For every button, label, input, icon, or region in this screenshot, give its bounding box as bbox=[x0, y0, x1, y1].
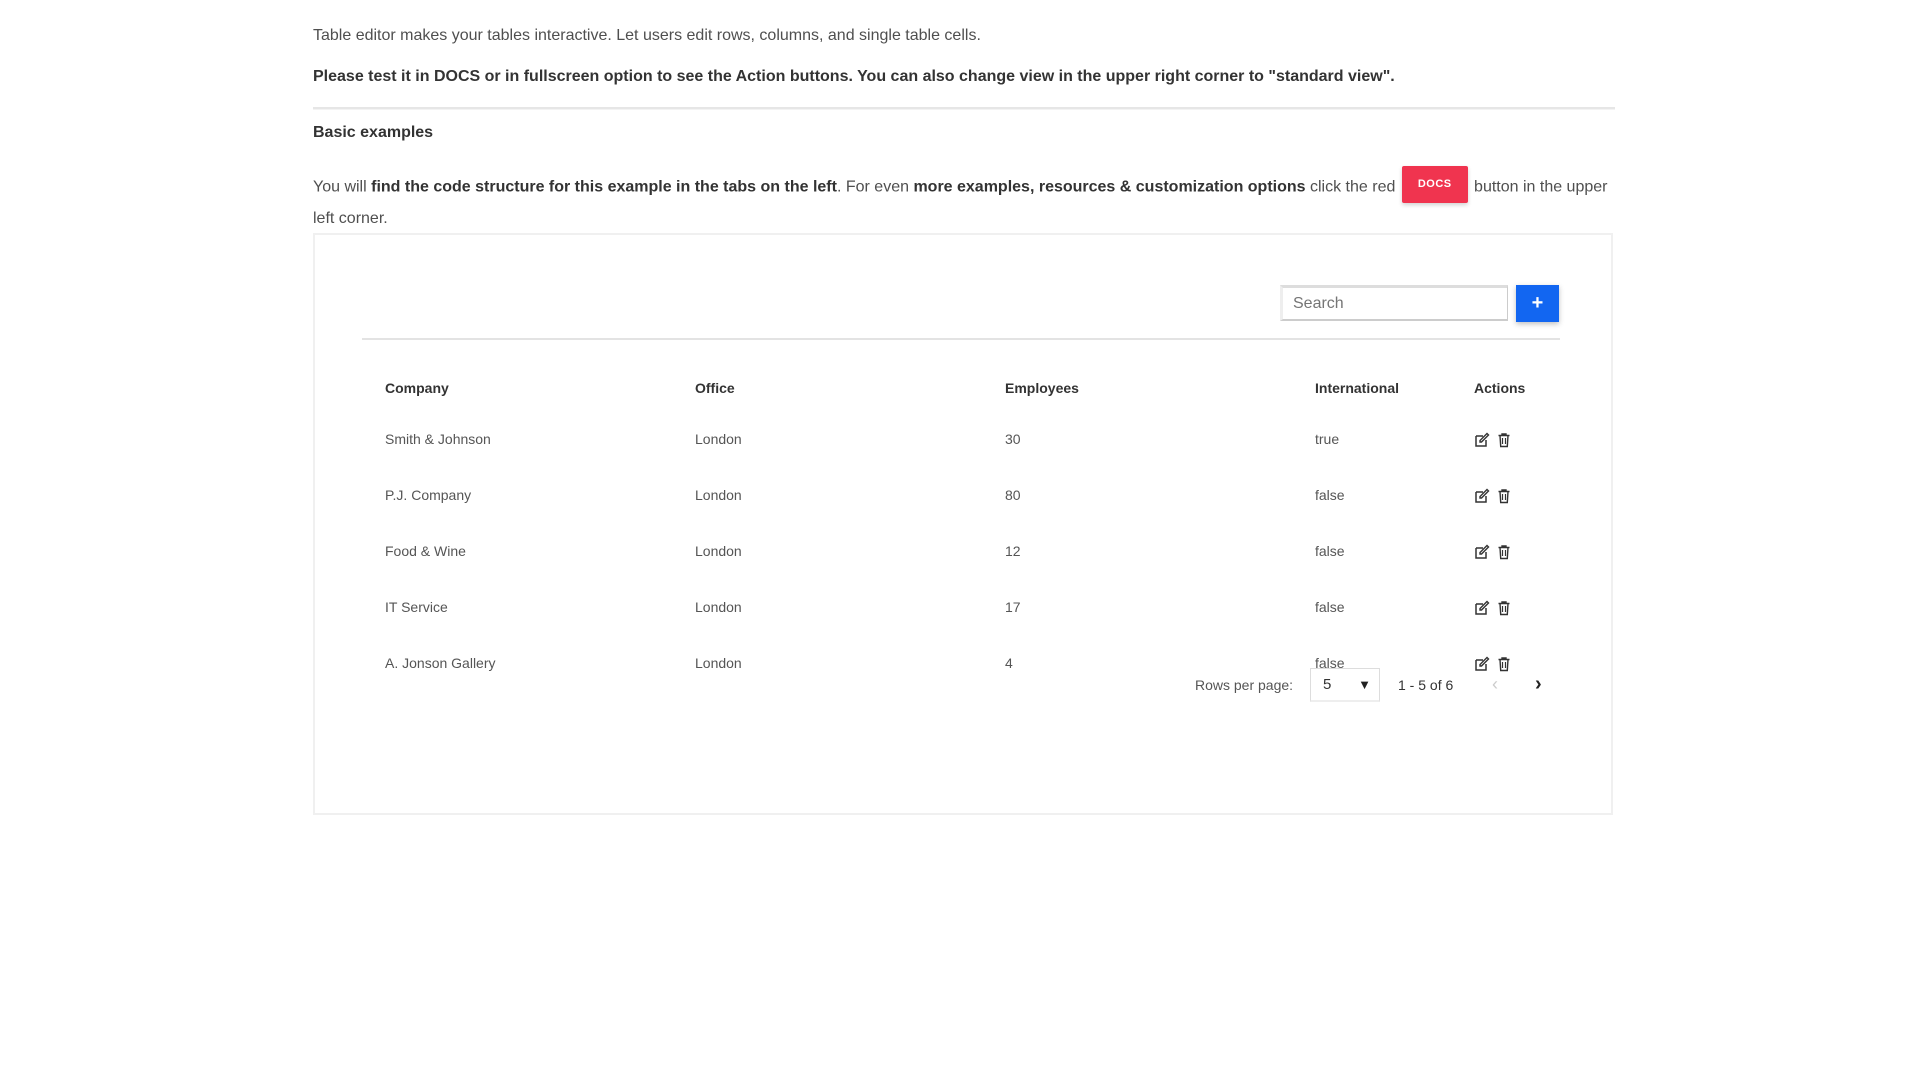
cell-employees[interactable]: 80 bbox=[982, 467, 1292, 523]
cell-office[interactable]: London bbox=[672, 523, 982, 579]
cell-office[interactable]: London bbox=[672, 579, 982, 635]
trash-icon[interactable] bbox=[1496, 488, 1512, 504]
trash-icon[interactable] bbox=[1496, 544, 1512, 560]
cell-company[interactable]: Smith & Johnson bbox=[362, 411, 672, 467]
section-divider bbox=[313, 107, 1615, 110]
cell-international[interactable]: true bbox=[1292, 411, 1451, 467]
column-header-international[interactable]: International bbox=[1292, 365, 1451, 411]
table-row[interactable]: P.J. Company London 80 false bbox=[362, 467, 1560, 523]
desc-part: . For even bbox=[836, 178, 914, 196]
cell-office[interactable]: London bbox=[672, 467, 982, 523]
desc-bold: more examples, resources & customization… bbox=[913, 178, 1306, 196]
cell-company[interactable]: P.J. Company bbox=[362, 467, 672, 523]
rows-per-page-label: Rows per page: bbox=[1195, 677, 1294, 693]
next-page-button[interactable]: › bbox=[1535, 673, 1542, 696]
cell-company[interactable]: IT Service bbox=[362, 579, 672, 635]
cell-international[interactable]: false bbox=[1292, 523, 1451, 579]
cell-actions bbox=[1451, 523, 1560, 579]
cell-international[interactable]: false bbox=[1292, 579, 1451, 635]
column-header-office[interactable]: Office bbox=[672, 365, 982, 411]
trash-icon[interactable] bbox=[1496, 600, 1512, 616]
pagination: Rows per page: 5 ▼ 1 - 5 of 6 ‹ › bbox=[315, 668, 1615, 704]
table-row[interactable]: IT Service London 17 false bbox=[362, 579, 1560, 635]
intro-text: Table editor makes your tables interacti… bbox=[313, 27, 981, 44]
cell-employees[interactable]: 30 bbox=[982, 411, 1292, 467]
cell-international[interactable]: false bbox=[1292, 467, 1451, 523]
intro-note: Please test it in DOCS or in fullscreen … bbox=[313, 68, 1395, 85]
toolbar-divider bbox=[362, 338, 1560, 340]
edit-icon[interactable] bbox=[1474, 600, 1490, 616]
page-range: 1 - 5 of 6 bbox=[1398, 677, 1454, 693]
desc-bold: find the code structure for this example… bbox=[371, 178, 837, 196]
rows-per-page-select[interactable]: 5 ▼ bbox=[1310, 668, 1380, 702]
add-row-button[interactable]: + bbox=[1516, 285, 1559, 322]
rows-per-page-value: 5 bbox=[1323, 676, 1332, 693]
table-editor-card: + Company Office Employees International… bbox=[313, 233, 1613, 815]
edit-icon[interactable] bbox=[1474, 544, 1490, 560]
table-row[interactable]: Food & Wine London 12 false bbox=[362, 523, 1560, 579]
docs-badge[interactable]: DOCS bbox=[1401, 166, 1468, 203]
edit-icon[interactable] bbox=[1474, 432, 1490, 448]
cell-office[interactable]: London bbox=[672, 411, 982, 467]
cell-actions bbox=[1451, 411, 1560, 467]
column-header-employees[interactable]: Employees bbox=[982, 365, 1292, 411]
cell-actions bbox=[1451, 467, 1560, 523]
cell-employees[interactable]: 17 bbox=[982, 579, 1292, 635]
column-header-company[interactable]: Company bbox=[362, 365, 672, 411]
cell-employees[interactable]: 12 bbox=[982, 523, 1292, 579]
data-table: Company Office Employees International A… bbox=[362, 365, 1560, 691]
trash-icon[interactable] bbox=[1496, 432, 1512, 448]
caret-down-icon: ▼ bbox=[1358, 677, 1371, 692]
cell-company[interactable]: Food & Wine bbox=[362, 523, 672, 579]
table-row[interactable]: Smith & Johnson London 30 true bbox=[362, 411, 1560, 467]
search-input[interactable] bbox=[1280, 285, 1508, 321]
section-description: You will find the code structure for thi… bbox=[313, 166, 1613, 231]
desc-part: click the red bbox=[1305, 178, 1400, 196]
prev-page-button[interactable]: ‹ bbox=[1492, 674, 1498, 695]
desc-part: You will bbox=[313, 178, 372, 196]
column-header-actions: Actions bbox=[1474, 380, 1526, 396]
cell-actions bbox=[1451, 579, 1560, 635]
table-header-row: Company Office Employees International A… bbox=[362, 365, 1560, 411]
section-heading: Basic examples bbox=[313, 124, 434, 141]
edit-icon[interactable] bbox=[1474, 488, 1490, 504]
